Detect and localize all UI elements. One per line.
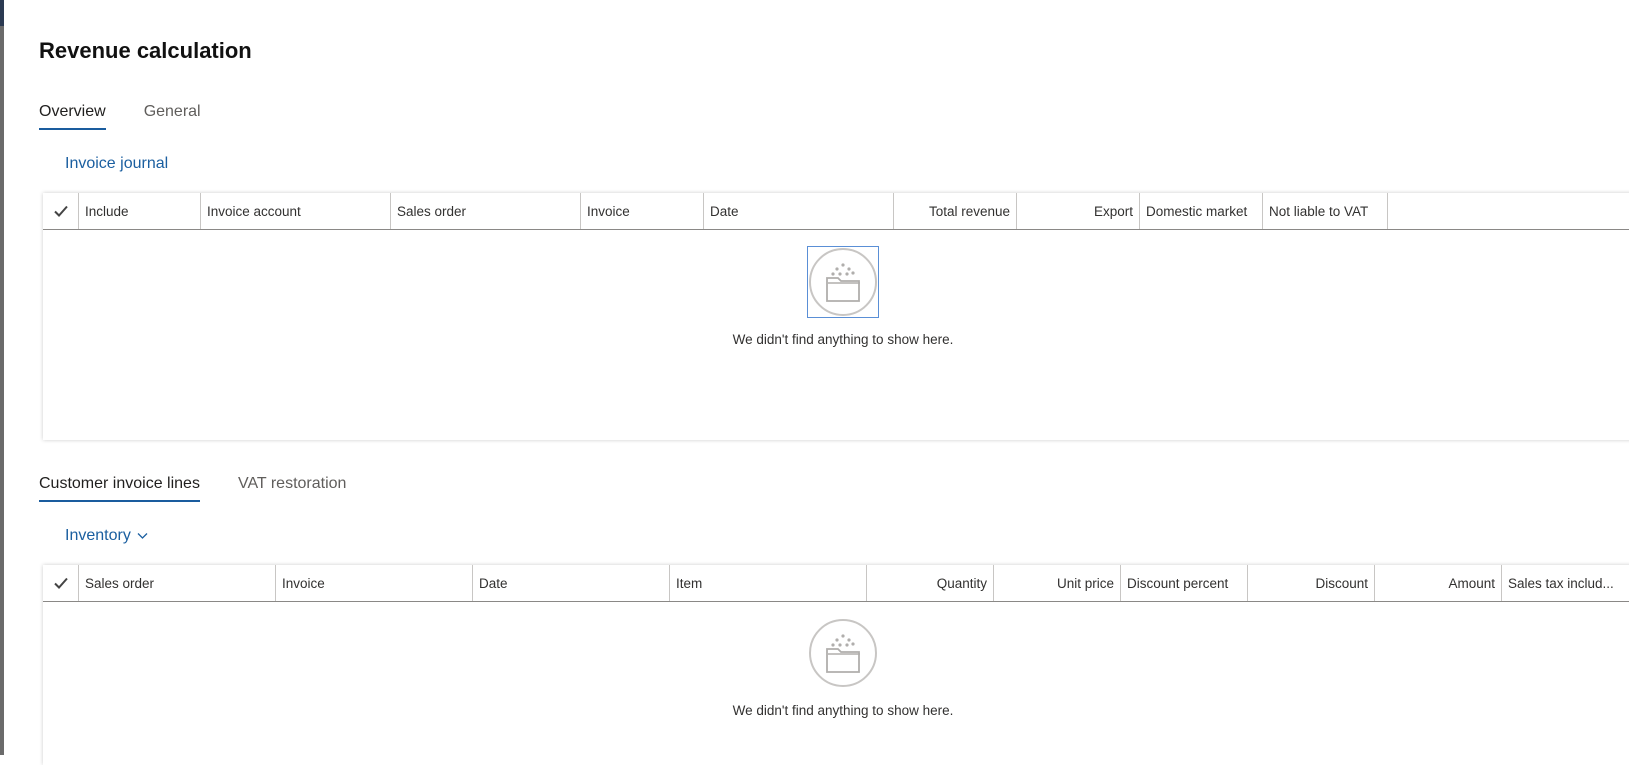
- empty-state-icon-frame: [807, 246, 879, 318]
- select-all-checkbox[interactable]: [43, 565, 79, 601]
- column-header-domestic-market[interactable]: Domestic market: [1140, 193, 1263, 229]
- grid-header: Include Invoice account Sales order Invo…: [43, 193, 1629, 230]
- bottom-tab-strip: Customer invoice lines VAT restoration: [39, 475, 346, 502]
- left-edge-panel: [0, 0, 4, 755]
- inventory-menu-button[interactable]: Inventory: [65, 527, 148, 545]
- column-header-invoice-account[interactable]: Invoice account: [201, 193, 391, 229]
- page-title: Revenue calculation: [39, 38, 252, 63]
- column-header-item[interactable]: Item: [670, 565, 867, 601]
- empty-state: We didn't find anything to show here.: [43, 618, 1629, 718]
- customer-invoice-lines-grid: Sales order Invoice Date Item Quantity U…: [43, 565, 1629, 765]
- checkmark-icon: [53, 577, 68, 589]
- column-header-date[interactable]: Date: [704, 193, 894, 229]
- column-header-invoice[interactable]: Invoice: [581, 193, 704, 229]
- column-header-quantity[interactable]: Quantity: [867, 565, 994, 601]
- column-header-not-liable-to-vat[interactable]: Not liable to VAT: [1263, 193, 1388, 229]
- column-header-invoice[interactable]: Invoice: [276, 565, 473, 601]
- checkmark-icon: [53, 205, 68, 217]
- column-header-discount[interactable]: Discount: [1248, 565, 1375, 601]
- column-header-unit-price[interactable]: Unit price: [994, 565, 1121, 601]
- empty-state: We didn't find anything to show here.: [43, 246, 1629, 347]
- column-header-date[interactable]: Date: [473, 565, 670, 601]
- grid-header: Sales order Invoice Date Item Quantity U…: [43, 565, 1629, 602]
- column-header-export[interactable]: Export: [1017, 193, 1140, 229]
- column-header-discount-percent[interactable]: Discount percent: [1121, 565, 1248, 601]
- column-header-sales-tax-included[interactable]: Sales tax includ...: [1502, 565, 1629, 601]
- empty-state-icon-frame: [807, 618, 879, 690]
- tab-customer-invoice-lines[interactable]: Customer invoice lines: [39, 475, 200, 502]
- empty-state-message: We didn't find anything to show here.: [732, 703, 954, 718]
- top-tab-strip: Overview General: [39, 103, 201, 130]
- left-edge-panel-top: [0, 0, 4, 26]
- column-header-amount[interactable]: Amount: [1375, 565, 1502, 601]
- tab-overview[interactable]: Overview: [39, 103, 106, 130]
- chevron-down-icon: [137, 533, 148, 539]
- column-header-total-revenue[interactable]: Total revenue: [894, 193, 1017, 229]
- invoice-journal-grid: Include Invoice account Sales order Invo…: [43, 193, 1629, 440]
- inventory-menu-label: Inventory: [65, 527, 131, 544]
- tab-vat-restoration[interactable]: VAT restoration: [238, 475, 347, 502]
- select-all-checkbox[interactable]: [43, 193, 79, 229]
- tab-general[interactable]: General: [144, 103, 201, 130]
- column-header-sales-order[interactable]: Sales order: [391, 193, 581, 229]
- invoice-journal-button[interactable]: Invoice journal: [65, 155, 168, 173]
- column-header-sales-order[interactable]: Sales order: [79, 565, 276, 601]
- empty-state-message: We didn't find anything to show here.: [732, 332, 954, 347]
- column-header-include[interactable]: Include: [79, 193, 201, 229]
- empty-folder-icon: [809, 619, 877, 687]
- empty-folder-icon: [809, 248, 877, 316]
